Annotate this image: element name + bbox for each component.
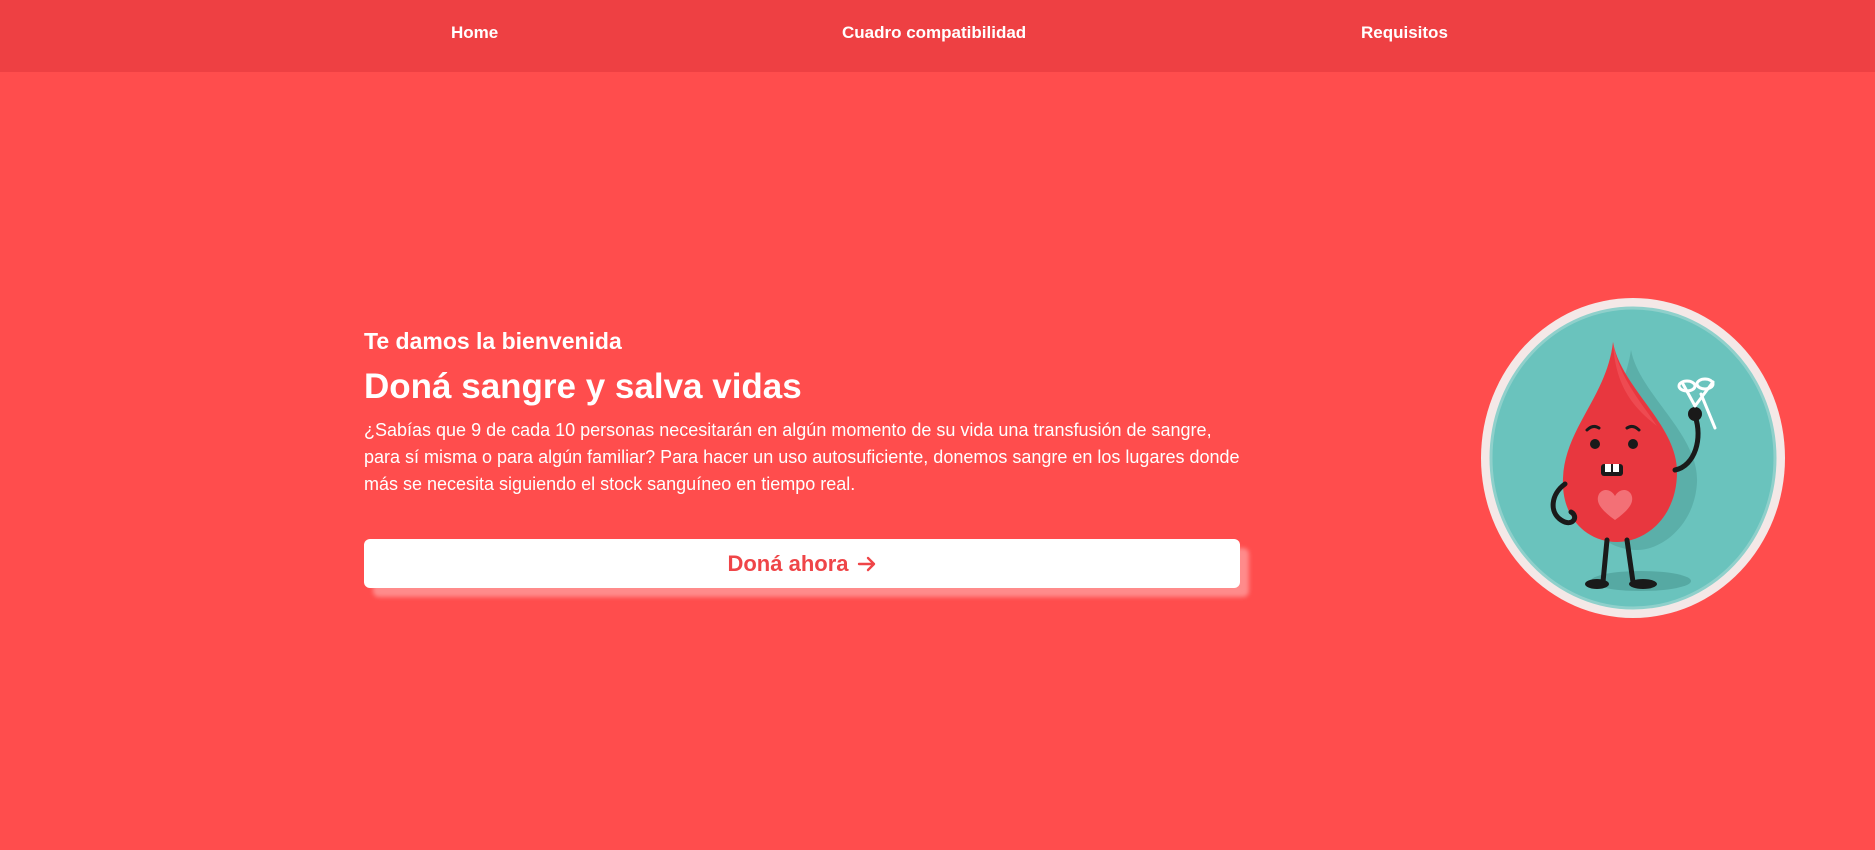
nav-link-compatibility-chart[interactable]: Cuadro compatibilidad	[842, 23, 1026, 43]
donate-now-label: Doná ahora	[727, 550, 849, 576]
hero-subtitle: Te damos la bienvenida	[364, 328, 622, 354]
hero-section: Te damos la bienvenida Doná sangre y sal…	[364, 325, 1244, 498]
arrow-right-icon	[857, 556, 875, 571]
hero-title: Doná sangre y salva vidas	[364, 367, 802, 406]
hero-description: ¿Sabías que 9 de cada 10 personas necesi…	[364, 420, 1240, 494]
nav-link-home[interactable]: Home	[451, 23, 498, 43]
top-navigation: Home Cuadro compatibilidad Requisitos	[0, 0, 1875, 72]
blood-drop-mascot-icon	[1481, 298, 1785, 618]
donate-now-button[interactable]: Doná ahora	[364, 539, 1240, 588]
nav-link-requirements[interactable]: Requisitos	[1361, 23, 1448, 43]
